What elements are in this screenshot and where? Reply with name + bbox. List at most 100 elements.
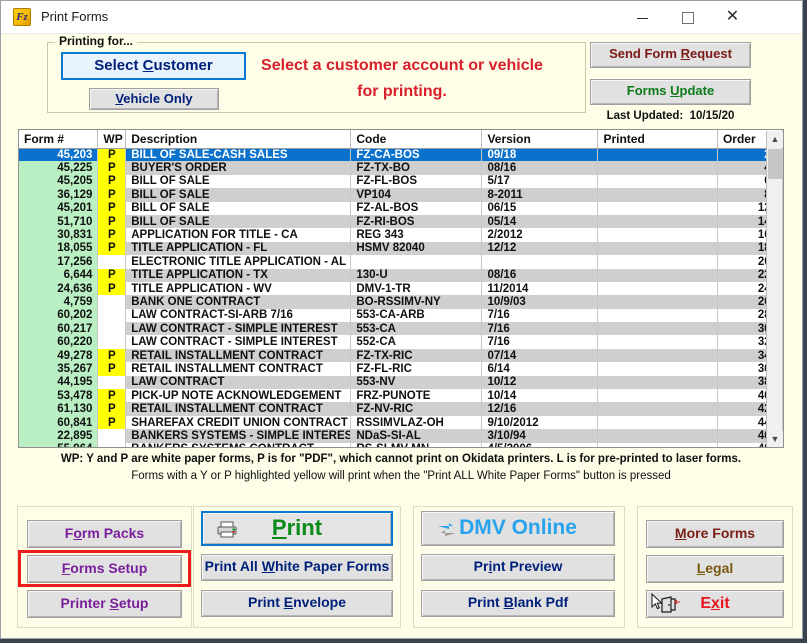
cell-wp: P [97, 241, 127, 256]
dmv-online-button[interactable]: DMV Online [421, 511, 615, 546]
cell-form-number: 45,201 [19, 201, 99, 215]
cell-form-number: 45,203 [19, 148, 99, 162]
last-updated-text: Last Updated: 10/15/20 [590, 110, 751, 122]
cell-form-number: 55,964 [19, 442, 99, 447]
cell-code: FZ-TX-BO [350, 161, 483, 175]
select-customer-button[interactable]: Select Customer [61, 52, 246, 80]
cell-version: 08/16 [481, 161, 599, 175]
print-button[interactable]: Print [201, 511, 393, 546]
forms-setup-button[interactable]: Forms Setup [27, 555, 182, 583]
cell-printed [597, 268, 718, 282]
table-row[interactable]: 45,203 P BILL OF SALE-CASH SALES FZ-CA-BOS 0… [19, 148, 783, 162]
cell-description: TITLE APPLICATION - TX [125, 268, 352, 282]
table-row[interactable]: 53,478 P PICK-UP NOTE ACKNOWLEDGEMENT FRZ-P… [19, 389, 783, 403]
print-all-white-paper-forms-button[interactable]: Print All White Paper Forms [201, 554, 393, 581]
column-header-version[interactable]: Version [481, 130, 599, 149]
exit-button[interactable]: Exit [646, 590, 784, 618]
cell-wp: P [97, 415, 127, 430]
printer-setup-button[interactable]: Printer Setup [27, 590, 182, 618]
cell-form-number: 18,055 [19, 241, 99, 256]
cell-wp: P [97, 268, 127, 282]
table-row[interactable]: 36,129PBILL OF SALEVP1048-201180 [19, 188, 783, 202]
cell-description: LAW CONTRACT - SIMPLE INTEREST [125, 322, 352, 336]
scrollbar-thumb[interactable] [768, 149, 782, 179]
table-row[interactable]: 45,201PBILL OF SALEFZ-AL-BOS06/15120 [19, 201, 783, 215]
table-row[interactable]: 35,267 P RETAIL INSTALLMENT CONTRACT FZ-FL-… [19, 362, 783, 376]
cell-version: 12/16 [481, 402, 599, 416]
table-row[interactable]: 49,278 P RETAIL INSTALLMENT CONTRACT FZ-TX-… [19, 348, 783, 363]
cell-version: 6/14 [481, 362, 599, 376]
cell-code [350, 255, 483, 269]
cell-wp [97, 308, 127, 323]
minimize-icon[interactable] [620, 1, 665, 33]
printer-icon [217, 521, 237, 538]
column-header-printed[interactable]: Printed [597, 130, 718, 149]
legal-button[interactable]: Legal [646, 555, 784, 583]
cell-wp: P [97, 174, 127, 189]
cell-description: BILL OF SALE-CASH SALES [125, 148, 352, 162]
table-row[interactable]: 45,205PBILL OF SALEFZ-FL-BOS5/1760 [19, 174, 783, 189]
cell-wp: P [97, 228, 127, 242]
table-row[interactable]: 60,202 LAW CONTRACT-SI-ARB 7/16 553-CA-ARB… [19, 308, 783, 323]
cell-printed [597, 335, 718, 349]
forms-update-button[interactable]: Forms Update [590, 79, 751, 105]
cell-printed [597, 308, 718, 323]
cell-form-number: 45,205 [19, 174, 99, 189]
print-blank-pdf-button[interactable]: Print Blank Pdf [421, 590, 615, 617]
table-row[interactable]: 60,220 LAW CONTRACT - SIMPLE INTEREST 552-… [19, 335, 783, 349]
yellow-highlight-note: Forms with a Y or P highlighted yellow w… [131, 470, 671, 482]
table-row[interactable]: 60,217 LAW CONTRACT - SIMPLE INTEREST 553-… [19, 322, 783, 336]
table-row[interactable]: 24,636 P TITLE APPLICATION - WV DMV-1-TR 11/… [19, 281, 783, 296]
cell-code: FZ-FL-RIC [350, 362, 483, 376]
send-form-request-button[interactable]: Send Form Request [590, 42, 751, 68]
fz-app-icon: Fz [13, 8, 31, 26]
cell-description: TITLE APPLICATION - WV [125, 281, 352, 296]
table-row[interactable]: 44,195LAW CONTRACT553-NV10/12380 [19, 375, 783, 390]
accel-m: M [674, 525, 687, 541]
table-row[interactable]: 17,256ELECTRONIC TITLE APPLICATION - AL2… [19, 255, 783, 269]
column-header-description[interactable]: Description [125, 130, 352, 149]
print-envelope-button[interactable]: Print Envelope [201, 590, 393, 617]
form-packs-button[interactable]: Form Packs [27, 520, 182, 548]
chevron-down-icon[interactable]: ▼ [767, 431, 783, 447]
cell-printed [597, 415, 718, 430]
accel-p: P [271, 515, 287, 540]
table-row[interactable]: 45,225PBUYER'S ORDERFZ-TX-BO08/1640 [19, 161, 783, 175]
accel-r: R [680, 46, 690, 61]
table-row[interactable]: 6,644PTITLE APPLICATION - TX130-U08/1622… [19, 268, 783, 282]
print-preview-button[interactable]: Print Preview [421, 554, 615, 581]
column-header-wp[interactable]: WP [97, 130, 127, 149]
cell-form-number: 17,256 [19, 255, 99, 269]
column-header-form-number[interactable]: Form # [19, 130, 99, 149]
table-row[interactable]: 18,055 P TITLE APPLICATION - FL HSMV 82040 1… [19, 241, 783, 256]
cell-wp [97, 322, 127, 336]
vehicle-only-button[interactable]: Vehicle Only [89, 88, 219, 110]
cell-code: FZ-CA-BOS [350, 148, 483, 162]
forms-grid[interactable]: Form # WP Description Code Version Print… [18, 129, 784, 448]
table-row[interactable]: 30,831 P APPLICATION FOR TITLE - CA REG 343… [19, 228, 783, 242]
more-forms-button[interactable]: More Forms [646, 520, 784, 548]
table-row[interactable]: 22,895 BANKERS SYSTEMS - SIMPLE INTEREST N… [19, 429, 783, 443]
maximize-icon[interactable] [665, 1, 710, 33]
table-row[interactable]: 4,759 BANK ONE CONTRACT BO-RSSIMV-NY 10/9/0… [19, 295, 783, 309]
cell-form-number: 22,895 [19, 429, 99, 443]
exit-door-icon [661, 596, 680, 613]
cell-code: VP104 [350, 188, 483, 202]
close-icon[interactable]: ✕ [710, 1, 755, 33]
cell-printed [597, 188, 718, 202]
cell-wp [97, 295, 127, 309]
table-row[interactable]: 51,710PBILL OF SALEFZ-RI-BOS05/14140 [19, 214, 783, 229]
grid-vertical-scrollbar[interactable]: ▲ ▼ [766, 131, 783, 447]
table-row[interactable]: 61,130 P RETAIL INSTALLMENT CONTRACT FZ-NV-… [19, 402, 783, 416]
table-row[interactable]: 55,964 BANKERS SYSTEMS CONTRACTRS-SI-MV-M… [19, 442, 783, 447]
column-header-code[interactable]: Code [350, 130, 483, 149]
cell-form-number: 60,841 [19, 415, 99, 430]
cell-wp: P [97, 188, 127, 202]
cell-version: 7/16 [481, 335, 599, 349]
cell-printed [597, 148, 718, 162]
accel-o: o [73, 525, 82, 541]
table-row[interactable]: 60,841 P SHAREFAX CREDIT UNION CONTRACT RSS… [19, 415, 783, 430]
accel-f: F [61, 560, 71, 576]
chevron-up-icon[interactable]: ▲ [767, 131, 783, 148]
cell-description: BUYER'S ORDER [125, 161, 352, 175]
